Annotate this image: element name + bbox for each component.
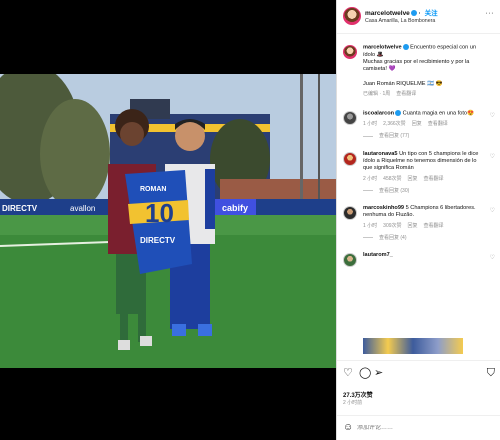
- comment-item: lautaronava5 Un tipo con 5 champions le …: [337, 151, 500, 195]
- comment-username[interactable]: lautarom7_: [363, 252, 393, 258]
- photo-illustration: DIRECTV avallon cabify ROMAN 10 DIRECTV: [0, 74, 336, 368]
- post-location[interactable]: Casa Amarilla, La Bombonera: [365, 18, 435, 24]
- jersey-sponsor: DIRECTV: [140, 236, 176, 245]
- action-bar: ♡ ◯ ➢ ⛉: [343, 367, 495, 381]
- comment-likes[interactable]: 458次赞: [383, 176, 401, 182]
- post-actions: ♡ ◯ ➢ ⛉ 27.3万次赞 2 小时前 ☺: [337, 360, 500, 440]
- author-avatar[interactable]: [343, 7, 361, 25]
- comment-icon[interactable]: ◯: [359, 367, 371, 379]
- post-time: 2 小时前: [343, 400, 363, 406]
- caption-text-3: Juan Román RIQUELME 🇦🇷 😎: [363, 80, 443, 87]
- more-options-icon[interactable]: ···: [486, 10, 495, 17]
- post-photo[interactable]: DIRECTV avallon cabify ROMAN 10 DIRECTV: [0, 74, 336, 368]
- comment-like-icon[interactable]: ♡: [490, 255, 495, 262]
- comment-image-preview[interactable]: [363, 338, 463, 354]
- comment-composer: ☺: [337, 415, 500, 440]
- board-avallon: avallon: [70, 204, 95, 213]
- comment-meta: 1 小时 2,366次赞 回复 查看翻译: [363, 121, 487, 128]
- comment-reply-link[interactable]: 回复: [408, 176, 418, 182]
- comment-avatar[interactable]: [343, 111, 357, 126]
- comment-avatar[interactable]: [343, 206, 357, 221]
- comment-item: lautarom7_ ♡: [337, 252, 500, 268]
- caption-meta: 已编辑 · 1周 查看翻译: [363, 91, 487, 98]
- comment-likes[interactable]: 309次赞: [383, 223, 401, 229]
- comment-reply-link[interactable]: 回复: [412, 121, 422, 127]
- comment-item: iscoalarcon Cuanta magia en una foto😍 ♡ …: [337, 110, 500, 140]
- bookmark-icon[interactable]: ⛉: [487, 367, 495, 379]
- view-replies-link[interactable]: 查看回复 (30): [363, 188, 487, 195]
- board-directv: DIRECTV: [2, 204, 38, 213]
- post-header: marcelotwelve · 关注 Casa Amarilla, La Bom…: [337, 0, 500, 34]
- caption-avatar[interactable]: [343, 45, 357, 59]
- media-pane: DIRECTV avallon cabify ROMAN 10 DIRECTV: [0, 0, 336, 440]
- comment-item: marcoskinho99 5 Champions 6 libertadores…: [337, 205, 500, 242]
- caption-translate-link[interactable]: 查看翻译: [396, 91, 416, 97]
- caption-time: 已编辑 · 1周: [363, 90, 391, 97]
- author-username[interactable]: marcelotwelve: [365, 10, 410, 17]
- share-icon[interactable]: ➢: [374, 367, 383, 379]
- comment-text: Cuanta magia en una foto😍: [402, 110, 474, 117]
- comment-time: 1 小时: [363, 121, 378, 128]
- caption-username[interactable]: marcelotwelve: [363, 44, 402, 50]
- like-count[interactable]: 27.3万次赞: [343, 390, 373, 399]
- view-replies-link[interactable]: 查看回复 (4): [363, 235, 487, 242]
- verified-badge-icon: [402, 44, 409, 50]
- comment-avatar[interactable]: [343, 253, 357, 268]
- comment-avatar[interactable]: [343, 151, 357, 166]
- author-line: marcelotwelve · 关注: [365, 10, 438, 17]
- comment-like-icon[interactable]: ♡: [490, 154, 495, 161]
- board-cabify: cabify: [222, 203, 248, 213]
- emoji-icon[interactable]: ☺: [343, 422, 353, 433]
- comment-translate-link[interactable]: 查看翻译: [424, 223, 444, 229]
- post-side-panel: marcelotwelve · 关注 Casa Amarilla, La Bom…: [336, 0, 500, 440]
- comment-translate-link[interactable]: 查看翻译: [428, 121, 448, 127]
- comment-meta: 2 小时 458次赞 回复 查看翻译: [363, 176, 487, 183]
- comment-reply-link[interactable]: 回复: [408, 223, 418, 229]
- comment-translate-link[interactable]: 查看翻译: [424, 176, 444, 182]
- comment-username[interactable]: marcoskinho99: [363, 205, 404, 211]
- follow-button[interactable]: 关注: [425, 10, 438, 17]
- comments-list[interactable]: marcelotwelve Encuentro especial con un …: [337, 36, 500, 354]
- comment-likes[interactable]: 2,366次赞: [383, 121, 406, 127]
- comment-like-icon[interactable]: ♡: [490, 208, 495, 215]
- caption: marcelotwelve Encuentro especial con un …: [337, 44, 500, 98]
- view-replies-link[interactable]: 查看回复 (77): [363, 133, 487, 140]
- jersey-name: ROMAN: [140, 186, 166, 193]
- comment-like-icon[interactable]: ♡: [490, 113, 495, 120]
- verified-badge-icon: [395, 110, 402, 117]
- add-comment-input[interactable]: [357, 425, 477, 431]
- comment-username[interactable]: iscoalarcon: [363, 111, 394, 117]
- heart-icon[interactable]: ♡: [343, 367, 353, 379]
- comment-time: 2 小时: [363, 175, 378, 182]
- comment-meta: 1 小时 309次赞 回复 查看翻译: [363, 223, 487, 230]
- jersey-number: 10: [145, 198, 174, 228]
- caption-text-2: Muchas gracias por el recibimiento y por…: [363, 59, 470, 73]
- verified-badge-icon: [410, 10, 417, 17]
- comment-time: 1 小时: [363, 222, 378, 229]
- comment-username[interactable]: lautaronava5: [363, 151, 398, 157]
